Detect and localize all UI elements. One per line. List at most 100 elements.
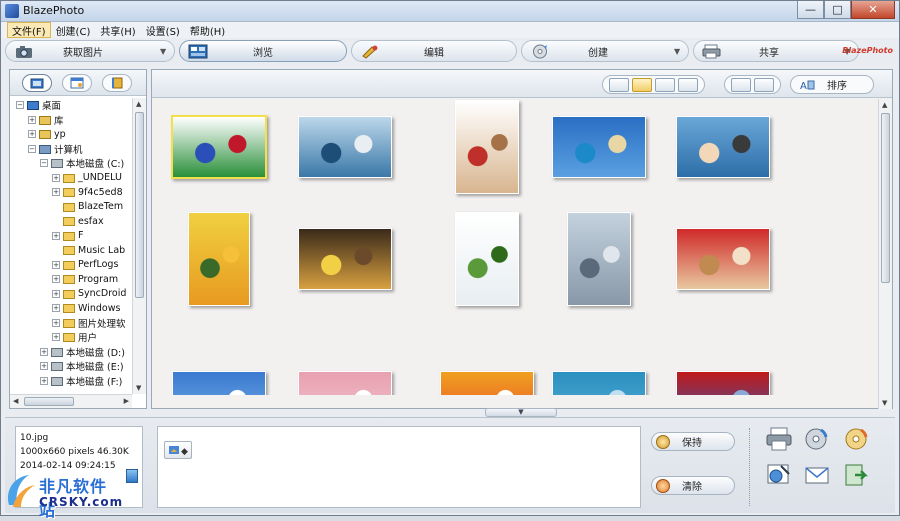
collapse-handle[interactable]: ▼: [485, 408, 557, 417]
thumbnail-flowers[interactable]: [298, 371, 392, 395]
keep-button[interactable]: 保持: [651, 432, 735, 451]
tree-item[interactable]: − 本地磁盘 (C:): [10, 156, 132, 171]
expand-icon[interactable]: +: [40, 376, 48, 385]
scroll-right-icon[interactable]: ▶: [124, 397, 129, 405]
expand-icon[interactable]: +: [52, 289, 60, 298]
tree-item[interactable]: − 桌面: [10, 98, 132, 113]
tab-calendar[interactable]: [62, 74, 92, 92]
email-icon[interactable]: [803, 462, 831, 488]
expand-icon[interactable]: +: [40, 362, 48, 371]
edit-button[interactable]: 编辑: [351, 40, 517, 62]
collapse-icon[interactable]: −: [40, 159, 48, 168]
menu-share[interactable]: 共享(H): [95, 22, 140, 38]
expand-icon[interactable]: +: [52, 318, 60, 327]
thumbnail-blue-sky[interactable]: [172, 371, 266, 395]
thumbnail-child-santa-hat[interactable]: [455, 100, 519, 194]
burn-cd-icon[interactable]: [803, 426, 831, 452]
burn-dvd-icon[interactable]: [843, 426, 871, 452]
expand-icon[interactable]: +: [52, 231, 60, 240]
web-publish-icon[interactable]: [765, 462, 793, 488]
collapse-icon[interactable]: −: [16, 101, 24, 110]
acquire-button[interactable]: 获取图片 ▼: [5, 40, 175, 62]
maximize-button[interactable]: □: [824, 1, 851, 19]
folder-tree-vscroll[interactable]: ▲ ▼: [132, 98, 146, 394]
tree-item[interactable]: + 库: [10, 113, 132, 128]
expand-icon[interactable]: +: [52, 333, 60, 342]
collapse-icon[interactable]: −: [28, 144, 36, 153]
expand-icon[interactable]: +: [28, 115, 36, 124]
thumbnail-dice[interactable]: [171, 115, 267, 179]
expand-icon[interactable]: +: [52, 304, 60, 313]
scroll-up-icon[interactable]: ▲: [136, 100, 141, 108]
menu-settings[interactable]: 设置(S): [141, 22, 185, 38]
expand-icon[interactable]: +: [40, 347, 48, 356]
expand-icon[interactable]: +: [52, 173, 60, 182]
tree-item[interactable]: + _UNDELU: [10, 171, 132, 186]
tree-item[interactable]: Music Lab: [10, 243, 132, 258]
thumbnail-teddy-bears[interactable]: [676, 228, 770, 290]
tree-item[interactable]: + Windows: [10, 301, 132, 316]
close-button[interactable]: ✕: [851, 1, 895, 19]
menu-create[interactable]: 创建(C): [51, 22, 96, 38]
tray-add-icon[interactable]: ◆: [164, 441, 192, 459]
tree-item[interactable]: + yp: [10, 127, 132, 142]
scroll-up-icon[interactable]: ▲: [882, 101, 887, 109]
thumbnail-tropical-island[interactable]: [552, 116, 646, 178]
thumbnail-vscroll[interactable]: ▲ ▼: [878, 99, 892, 409]
title-bar[interactable]: BlazePhoto — □ ✕: [1, 1, 899, 22]
print-icon[interactable]: [765, 426, 793, 452]
menu-help[interactable]: 帮助(H): [185, 22, 230, 38]
scroll-left-icon[interactable]: ◀: [13, 397, 18, 405]
create-button[interactable]: 创建 ▼: [521, 40, 689, 62]
view-detail-button[interactable]: [609, 77, 629, 92]
tree-item[interactable]: + F: [10, 229, 132, 244]
tree-item[interactable]: BlazeTem: [10, 200, 132, 215]
export-icon[interactable]: [843, 462, 871, 488]
expand-icon[interactable]: +: [52, 188, 60, 197]
browse-button[interactable]: 浏览: [179, 40, 347, 62]
scroll-down-icon[interactable]: ▼: [136, 384, 141, 392]
tab-folders[interactable]: [22, 74, 52, 92]
tree-item[interactable]: + 用户: [10, 330, 132, 345]
folder-tree[interactable]: − 桌面 + 库 + yp − 计算机 − 本地磁盘 (C:) + _UNDELU +9f4c5ed8 B…: [10, 98, 132, 394]
tree-item[interactable]: − 计算机: [10, 142, 132, 157]
thumbnail-beach-chairs[interactable]: [676, 116, 770, 178]
thumbnail-sailboat-sea[interactable]: [298, 116, 392, 178]
tree-item[interactable]: +9f4c5ed8: [10, 185, 132, 200]
expand-icon[interactable]: +: [28, 130, 36, 139]
tree-item[interactable]: + SyncDroid: [10, 287, 132, 302]
thumbnail-grid[interactable]: [152, 99, 876, 395]
tree-item[interactable]: + 本地磁盘 (E:): [10, 359, 132, 374]
thumbnail-city-towers[interactable]: [567, 212, 631, 306]
share-button[interactable]: 共享 ▼: [693, 40, 859, 62]
folder-tree-hscroll[interactable]: ◀ ▶: [10, 394, 132, 408]
scroll-thumb[interactable]: [24, 397, 74, 406]
expand-icon[interactable]: +: [52, 275, 60, 284]
info-icon[interactable]: [126, 469, 138, 483]
thumbnail-pool-aerial[interactable]: [552, 371, 646, 395]
expand-icon[interactable]: +: [52, 260, 60, 269]
menu-file[interactable]: 文件(F): [7, 22, 51, 38]
tree-item[interactable]: + 图片处理软: [10, 316, 132, 331]
photo-tray[interactable]: ◆: [157, 426, 641, 508]
minimize-button[interactable]: —: [797, 1, 824, 19]
tree-item[interactable]: + PerfLogs: [10, 258, 132, 273]
thumbnail-boy-balloons[interactable]: [188, 212, 250, 306]
sort-button[interactable]: A 排序: [790, 75, 874, 94]
thumbnail-fruits[interactable]: [440, 371, 534, 395]
scroll-thumb[interactable]: [881, 113, 890, 283]
thumbnail-green-hill-tree[interactable]: [455, 212, 519, 306]
tab-albums[interactable]: [102, 74, 132, 92]
scroll-down-icon[interactable]: ▼: [882, 399, 887, 407]
clear-button[interactable]: 清除: [651, 476, 735, 495]
thumbnail-girl-sunflower-hat[interactable]: [298, 228, 392, 290]
tree-item[interactable]: + 本地磁盘 (F:): [10, 374, 132, 389]
tree-item[interactable]: + Program: [10, 272, 132, 287]
view-small-thumbs-button[interactable]: [655, 77, 675, 92]
thumbnail-red-leaves[interactable]: [676, 371, 770, 395]
tree-item[interactable]: + 本地磁盘 (D:): [10, 345, 132, 360]
view-list-button[interactable]: [678, 77, 698, 92]
single-view-button[interactable]: [731, 77, 751, 92]
tree-item[interactable]: esfax: [10, 214, 132, 229]
scroll-thumb[interactable]: [135, 112, 144, 298]
